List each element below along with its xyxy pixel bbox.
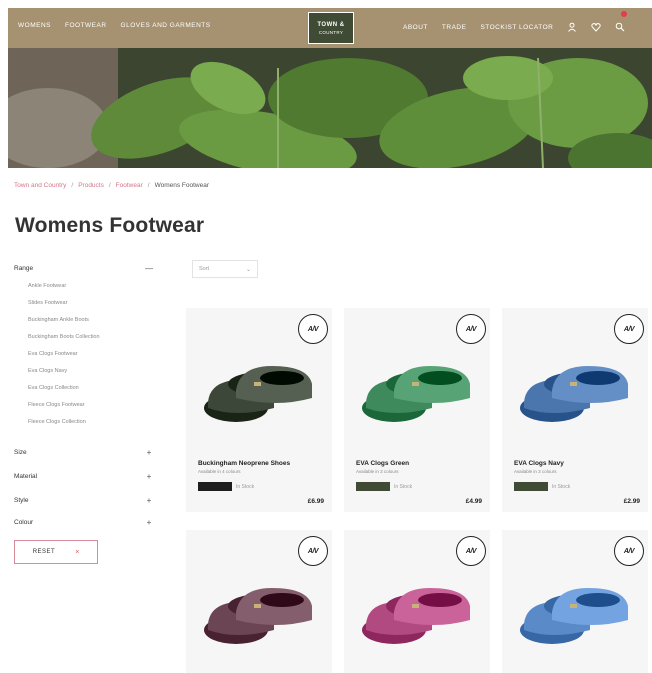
filter-style-header[interactable]: Style + [14,494,154,506]
reset-filters-button[interactable]: RESET × [14,540,98,564]
badge-text: A/V [465,325,477,333]
filter-material-label: Material [14,472,38,480]
nav-link-trade[interactable]: Trade [442,24,467,31]
sort-label: Sort [199,266,210,272]
filter-size-header[interactable]: Size + [14,446,154,458]
category-list: Ankle Footwear Slides Footwear Buckingha… [28,283,100,436]
filter-style-label: Style [14,496,29,504]
product-card[interactable]: A/V [502,530,648,673]
filter-range-label: Range [14,264,34,272]
nav-link-footwear[interactable]: Footwear [65,22,107,29]
category-item[interactable]: Fleece Clogs Collection [28,419,100,436]
search-icon[interactable] [615,22,625,32]
badge-text: A/V [465,547,477,555]
product-price: £2.99 [623,498,640,505]
product-name[interactable]: EVA Clogs Green [356,460,409,467]
reset-label: RESET [32,549,56,555]
product-image[interactable] [512,558,638,654]
heart-icon[interactable] [591,22,602,32]
stock-status: In Stock [552,484,571,490]
category-item[interactable]: Eva Clogs Footwear [28,351,100,368]
product-card[interactable]: A/V [344,530,490,673]
product-card[interactable]: A/V Buckingham Neoprene Shoes Available in… [186,308,332,512]
colour-swatch[interactable] [198,482,232,491]
breadcrumb-separator: / [71,182,74,189]
product-card[interactable]: A/V [186,530,332,673]
filter-colour-header[interactable]: Colour + [14,516,154,528]
badge-text: A/V [623,547,635,555]
product-card[interactable]: A/V EVA Clogs Navy Available in 3 colours I… [502,308,648,512]
product-image[interactable] [354,336,480,432]
page-title: Womens Footwear [15,214,205,237]
product-subtitle: Available in 3 colours [514,469,557,474]
breadcrumb-separator: / [108,182,111,189]
product-image[interactable] [512,336,638,432]
wishlist-badge [621,11,627,17]
logo-line-2: COUNTRY [318,29,344,35]
expand-icon[interactable]: + [144,472,154,481]
breadcrumb-current: Womens Footwear [154,182,210,189]
stock-status: In Stock [394,484,413,490]
breadcrumb-products[interactable]: Products [78,182,104,189]
badge-text: A/V [623,325,635,333]
category-item[interactable]: Buckingham Ankle Boots [28,317,100,334]
close-icon: × [75,548,80,556]
category-item[interactable]: Slides Footwear [28,300,100,317]
nav-link-womens[interactable]: Womens [18,22,51,29]
product-price: £4.99 [465,498,482,505]
top-navigation-bar: Womens Footwear Gloves and Garments TOWN… [8,8,652,48]
product-image[interactable] [196,558,322,654]
brand-logo[interactable]: TOWN & COUNTRY [308,12,354,44]
filter-size-label: Size [14,448,27,456]
category-item[interactable]: Buckingham Boots Collection [28,334,100,351]
nav-link-gloves-garments[interactable]: Gloves and Garments [121,22,211,29]
sort-dropdown[interactable]: Sort ⌄ [192,260,258,278]
product-subtitle: Available in 4 colours [198,469,241,474]
badge-text: A/V [307,325,319,333]
category-item[interactable]: Ankle Footwear [28,283,100,300]
product-name[interactable]: EVA Clogs Navy [514,460,564,467]
collapse-icon[interactable]: — [144,264,154,273]
breadcrumb-footwear[interactable]: Footwear [116,182,143,189]
product-image[interactable] [354,558,480,654]
colour-swatch[interactable] [356,482,390,491]
filter-material-header[interactable]: Material + [14,470,154,482]
breadcrumb-home[interactable]: Town and Country [14,182,66,189]
colour-swatch[interactable] [514,482,548,491]
product-price: £6.99 [307,498,324,505]
filter-colour-label: Colour [14,518,34,526]
badge-text: A/V [307,547,319,555]
expand-icon[interactable]: + [144,496,154,505]
category-item[interactable]: Eva Clogs Collection [28,385,100,402]
product-name[interactable]: Buckingham Neoprene Shoes [198,460,290,467]
breadcrumb: Town and Country / Products / Footwear /… [14,182,209,189]
category-item[interactable]: Fleece Clogs Footwear [28,402,100,419]
breadcrumb-separator: / [147,182,150,189]
chevron-down-icon: ⌄ [245,266,251,273]
filter-range-header[interactable]: Range — [14,262,154,274]
product-card[interactable]: A/V EVA Clogs Green Available in 3 colours… [344,308,490,512]
product-subtitle: Available in 3 colours [356,469,399,474]
product-image[interactable] [196,336,322,432]
nav-link-stockist-locator[interactable]: Stockist locator [480,24,553,31]
expand-icon[interactable]: + [144,448,154,457]
user-icon[interactable] [567,22,577,32]
category-item[interactable]: Eva Clogs Navy [28,368,100,385]
nav-link-about[interactable]: About [403,24,428,31]
stock-status: In Stock [236,484,255,490]
logo-line-1: TOWN & [317,21,345,28]
hero-banner: Womens Footwear Gloves and Garments TOWN… [8,8,652,168]
expand-icon[interactable]: + [144,518,154,527]
